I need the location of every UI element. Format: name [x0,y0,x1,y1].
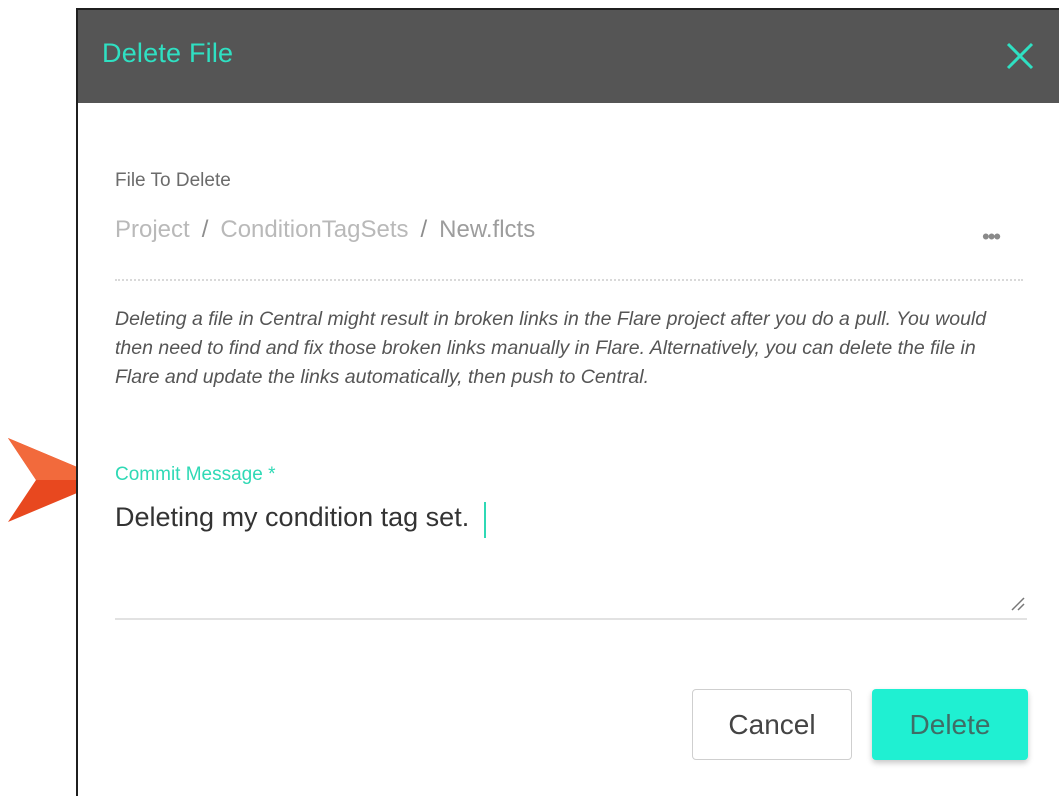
breadcrumb-separator: / [201,216,209,243]
commit-message-label: Commit Message * [115,464,276,485]
file-to-delete-label: File To Delete [115,170,231,191]
screenshot-stage: Delete File File To Delete Project / Condi… [0,0,1059,796]
delete-file-dialog: Delete File File To Delete Project / Condi… [76,8,1059,796]
dialog-header: Delete File [78,10,1059,103]
close-icon[interactable] [1002,38,1038,74]
text-caret [484,502,486,538]
commit-message-field[interactable] [115,498,1027,620]
breadcrumb-item-folder: ConditionTagSets [220,216,409,243]
delete-button[interactable]: Delete [872,689,1028,760]
breadcrumb-item-project: Project [115,216,190,243]
breadcrumb-separator: / [420,216,428,243]
breadcrumb-item-file: New.flcts [439,216,536,243]
more-options-icon[interactable]: ••• [982,224,1001,250]
dialog-title: Delete File [102,38,234,68]
resize-handle-icon[interactable] [1008,594,1026,612]
breadcrumb: Project / ConditionTagSets / New.flcts [115,216,535,244]
divider [115,279,1023,281]
cancel-button[interactable]: Cancel [692,689,852,760]
warning-message: Deleting a file in Central might result … [115,308,987,388]
